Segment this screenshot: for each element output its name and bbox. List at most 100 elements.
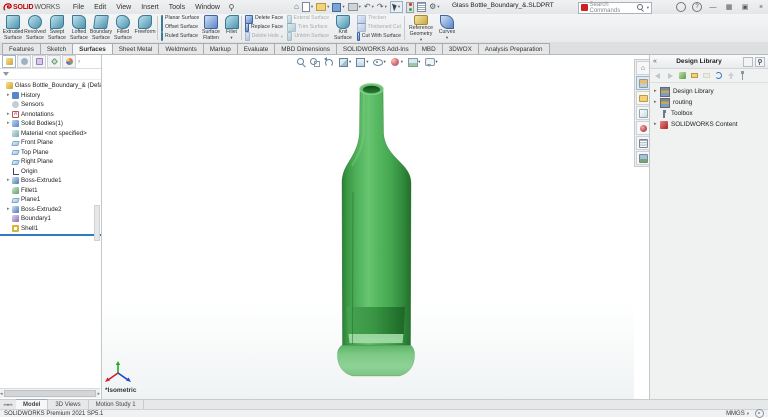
- restore-button[interactable]: ▣: [740, 3, 750, 11]
- tree-item-part-root[interactable]: Glass Bottle_Boundary_& (Default<<Def: [0, 81, 101, 91]
- hide-show-items-icon[interactable]: [372, 57, 383, 67]
- tree-item-boss-extrude2[interactable]: ▸ Boss-Extrude2: [0, 205, 101, 215]
- tree-horizontal-scrollbar[interactable]: ◂ ▸: [0, 388, 100, 398]
- units-selector[interactable]: MMGS ▾: [726, 411, 749, 417]
- tab-appearances-scenes[interactable]: [636, 121, 650, 135]
- tree-item-top-plane[interactable]: Top Plane: [0, 148, 101, 158]
- tree-item-right-plane[interactable]: Right Plane: [0, 157, 101, 167]
- swept-surface-button[interactable]: Swept Surface: [46, 14, 68, 42]
- apply-scene-icon[interactable]: [407, 57, 419, 67]
- create-new-folder-icon[interactable]: [690, 71, 699, 80]
- tab-featuremanager[interactable]: [2, 55, 16, 68]
- trim-surface-button[interactable]: Trim Surface: [285, 23, 331, 33]
- options-button[interactable]: ⚙ ▾: [429, 3, 439, 11]
- tree-vertical-scrollbar[interactable]: [94, 205, 100, 241]
- home-button[interactable]: ⌂: [294, 3, 299, 11]
- account-icon[interactable]: [676, 2, 686, 12]
- tab-3dwox[interactable]: 3DWOX: [441, 43, 479, 54]
- menu-edit[interactable]: Edit: [89, 3, 111, 12]
- tab-mbd-dimensions[interactable]: MBD Dimensions: [274, 43, 337, 54]
- tab-dimxpertmanager[interactable]: [47, 55, 61, 68]
- edit-appearance-icon[interactable]: [390, 57, 400, 67]
- tab-displaymanager[interactable]: [62, 55, 76, 68]
- delete-face-button[interactable]: Delete Face: [243, 14, 285, 24]
- tab-view-palette[interactable]: [636, 106, 650, 120]
- tab-overflow-icon[interactable]: ›: [78, 59, 80, 65]
- file-location-icon[interactable]: [702, 71, 711, 80]
- select-button[interactable]: ▾: [389, 1, 404, 13]
- search-scope-dropdown-icon[interactable]: ▾: [647, 5, 649, 11]
- search-commands-box[interactable]: Search Commands ▾: [578, 1, 652, 14]
- planar-surface-button[interactable]: Planar Surface: [159, 14, 199, 24]
- scrollbar-thumb[interactable]: [3, 390, 97, 397]
- toolbox-config-icon[interactable]: [738, 71, 747, 80]
- zoom-to-fit-icon[interactable]: [296, 57, 306, 67]
- library-item-solidworks-content[interactable]: ▸ SOLIDWORKS Content: [650, 119, 768, 130]
- file-properties-button[interactable]: [417, 2, 427, 12]
- menu-tools[interactable]: Tools: [164, 3, 190, 12]
- tab-design-library[interactable]: [636, 76, 650, 90]
- add-to-library-icon[interactable]: [678, 71, 687, 80]
- tab-propertymanager[interactable]: [17, 55, 31, 68]
- tab-evaluate[interactable]: Evaluate: [236, 43, 276, 54]
- library-item-design-library[interactable]: ▸ Design Library: [650, 86, 768, 97]
- tab-features[interactable]: Features: [2, 43, 41, 54]
- bottle-model[interactable]: [326, 76, 426, 386]
- minimize-button[interactable]: —: [708, 4, 718, 11]
- reference-geometry-button[interactable]: Reference Geometry ▾: [406, 14, 436, 42]
- tab-custom-properties[interactable]: [636, 136, 650, 150]
- open-file-button[interactable]: ▾: [316, 3, 329, 11]
- print-button[interactable]: ▾: [347, 3, 361, 11]
- surface-flatten-button[interactable]: Surface Flatten: [199, 14, 223, 42]
- tab-weldments[interactable]: Weldments: [158, 43, 204, 54]
- add-favorites-icon[interactable]: [743, 56, 753, 67]
- cut-with-surface-button[interactable]: Cut With Surface: [355, 32, 403, 42]
- library-item-routing[interactable]: ▸ routing: [650, 97, 768, 108]
- tree-item-shell1[interactable]: Shell1: [0, 224, 101, 234]
- scroll-left-icon[interactable]: ◂: [0, 391, 3, 397]
- curves-button[interactable]: Curves ▾: [436, 14, 458, 42]
- offset-surface-button[interactable]: Offset Surface: [159, 23, 199, 33]
- menu-file[interactable]: File: [68, 3, 89, 12]
- untrim-surface-button[interactable]: Untrim Surface: [285, 32, 331, 42]
- tree-item-history[interactable]: ▸ History: [0, 91, 101, 101]
- boundary-surface-button[interactable]: Boundary Surface: [90, 14, 112, 42]
- menu-view[interactable]: View: [111, 3, 136, 12]
- help-icon[interactable]: ?: [692, 2, 702, 12]
- display-style-icon[interactable]: [355, 57, 366, 67]
- tree-filter-row[interactable]: [0, 69, 101, 80]
- tree-item-boundary1[interactable]: Boundary1: [0, 214, 101, 224]
- rollback-bar[interactable]: [0, 234, 101, 236]
- freeform-button[interactable]: Freeform: [134, 14, 156, 42]
- save-button[interactable]: ▾: [332, 2, 345, 12]
- tree-item-origin[interactable]: Origin: [0, 167, 101, 177]
- view-settings-icon[interactable]: [424, 57, 436, 67]
- pin-pane-icon[interactable]: [755, 56, 765, 67]
- graphics-viewport[interactable]: ▾ ▾ ▾ ▾ ▾ ▾ *Isometric: [102, 55, 634, 399]
- scroll-right-icon[interactable]: ▸: [97, 391, 100, 397]
- zoom-to-area-icon[interactable]: [310, 57, 320, 67]
- search-icon[interactable]: [637, 3, 644, 12]
- undo-button[interactable]: ↶ ▾: [364, 3, 374, 11]
- back-icon[interactable]: [654, 71, 663, 80]
- library-item-toolbox[interactable]: Toolbox: [650, 108, 768, 119]
- lofted-surface-button[interactable]: Lofted Surface: [68, 14, 90, 42]
- tile-windows-button[interactable]: ▦: [724, 3, 734, 11]
- tab-solidworks-add-ins[interactable]: SOLIDWORKS Add-Ins: [335, 43, 416, 54]
- replace-face-button[interactable]: Replace Face: [243, 23, 285, 33]
- tab-markup[interactable]: Markup: [202, 43, 238, 54]
- tab-sheet-metal[interactable]: Sheet Metal: [111, 43, 160, 54]
- ruled-surface-button[interactable]: Ruled Surface: [159, 32, 199, 42]
- move-up-icon[interactable]: [726, 71, 735, 80]
- revolved-surface-button[interactable]: Revolved Surface: [24, 14, 46, 42]
- tab-mbd[interactable]: MBD: [414, 43, 443, 54]
- refresh-icon[interactable]: [714, 71, 723, 80]
- knit-surface-button[interactable]: Knit Surface: [331, 14, 355, 42]
- fillet-button[interactable]: Fillet ▾: [223, 14, 240, 42]
- tree-item-plane1[interactable]: Plane1: [0, 195, 101, 205]
- previous-view-icon[interactable]: [324, 57, 334, 67]
- extruded-surface-button[interactable]: Extruded Surface: [2, 14, 24, 42]
- tree-item-fillet1[interactable]: Fillet1: [0, 186, 101, 196]
- menu-insert[interactable]: Insert: [136, 3, 164, 12]
- menu-window[interactable]: Window: [190, 3, 225, 12]
